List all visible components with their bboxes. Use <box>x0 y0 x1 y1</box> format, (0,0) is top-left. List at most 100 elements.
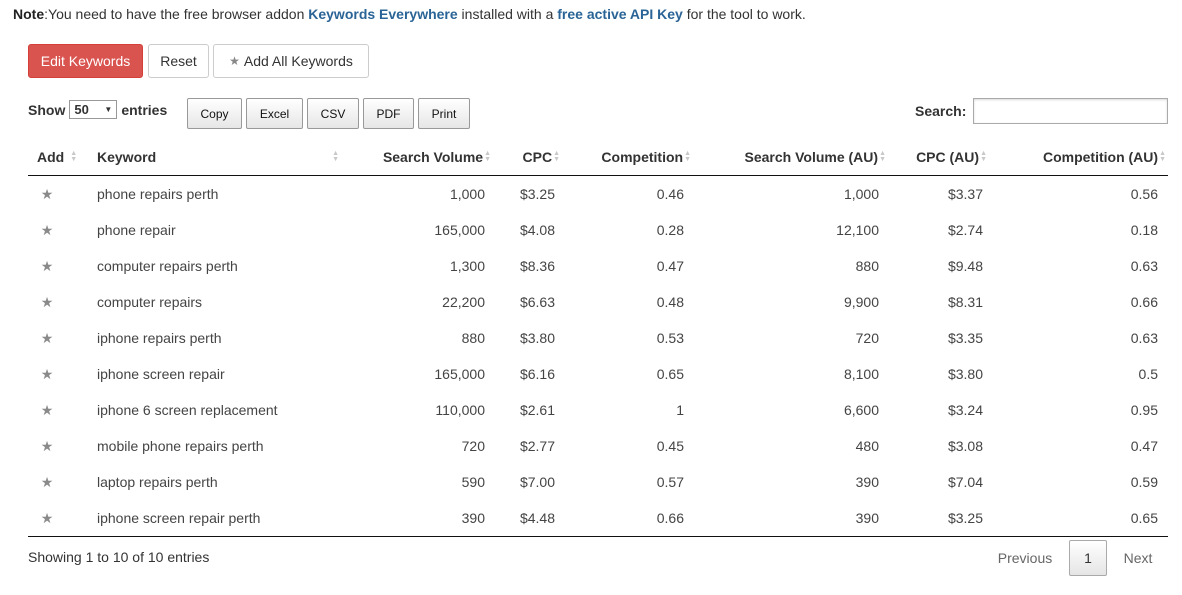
length-control: Show 50 ▼ entries <box>28 100 167 119</box>
column-header-label: CPC <box>522 148 553 165</box>
column-header-competition-au[interactable]: Competition (AU) ▲ ▼ <box>1008 138 1166 175</box>
search-volume-cell: 165,000 <box>434 366 485 382</box>
search-volume-cell: 720 <box>461 438 485 454</box>
note-label: Note <box>13 6 45 22</box>
sort-icon: ▲ ▼ <box>70 149 78 163</box>
competition-cell: 0.47 <box>656 258 684 274</box>
print-button[interactable]: Print <box>418 98 470 129</box>
cpc-au-cell: $3.24 <box>947 402 983 418</box>
copy-button[interactable]: Copy <box>187 98 242 129</box>
competition-cell: 0.66 <box>656 510 684 526</box>
pdf-button[interactable]: PDF <box>363 98 414 129</box>
star-icon[interactable]: ★ <box>28 356 66 392</box>
column-header-competition[interactable]: Competition ▲ ▼ <box>568 138 691 175</box>
star-icon: ★ <box>229 54 240 68</box>
star-icon[interactable]: ★ <box>28 212 66 248</box>
search-volume-cell: 110,000 <box>435 402 485 418</box>
keyword-cell: phone repairs perth <box>97 186 219 202</box>
star-icon[interactable]: ★ <box>28 176 66 212</box>
table-info: Showing 1 to 10 of 10 entries <box>28 549 210 565</box>
search-label: Search: <box>915 103 967 119</box>
competition-cell: 1 <box>676 402 684 418</box>
star-icon[interactable]: ★ <box>28 284 66 320</box>
keyword-cell: iphone 6 screen replacement <box>97 402 278 418</box>
chevron-down-icon: ▼ <box>104 105 113 114</box>
keyword-cell: iphone screen repair perth <box>97 510 261 526</box>
cpc-au-cell: $3.37 <box>947 186 983 202</box>
cpc-au-cell: $3.25 <box>947 510 983 526</box>
table-row: ★ laptop repairs perth 590 $7.00 0.57 390 $7.0… <box>28 464 1168 500</box>
cpc-au-cell: $3.35 <box>947 330 983 346</box>
search-volume-cell: 590 <box>461 474 485 490</box>
search-volume-au-cell: 390 <box>855 510 879 526</box>
sort-icon: ▲ ▼ <box>980 149 987 163</box>
table-row: ★ computer repairs 22,200 $6.63 0.48 9,900 $8.… <box>28 284 1168 320</box>
search-volume-au-cell: 880 <box>855 258 879 274</box>
show-label: Show <box>28 101 66 118</box>
table-row: ★ phone repairs perth 1,000 $3.25 0.46 1,000 $… <box>28 176 1168 212</box>
competition-au-cell: 0.59 <box>1130 474 1158 490</box>
add-all-keywords-button[interactable]: ★ Add All Keywords <box>213 44 369 78</box>
next-page-button[interactable]: Next <box>1114 540 1162 576</box>
sort-icon: ▲ ▼ <box>332 149 339 163</box>
api-key-note: Note:You need to have the free browser a… <box>13 6 806 22</box>
table-header: Add ▲ ▼ Keyword ▲ ▼ Search Volume ▲ ▼ CPC ▲… <box>28 138 1168 176</box>
column-header-label: Search Volume <box>382 148 484 165</box>
cpc-cell: $4.48 <box>519 510 555 526</box>
note-text: installed with a <box>457 6 558 22</box>
table-bottom-border <box>28 536 1168 537</box>
star-icon[interactable]: ★ <box>28 392 66 428</box>
reset-button[interactable]: Reset <box>148 44 209 78</box>
search-volume-cell: 390 <box>461 510 485 526</box>
star-icon[interactable]: ★ <box>28 500 66 536</box>
excel-button[interactable]: Excel <box>246 98 303 129</box>
column-header-search-volume[interactable]: Search Volume ▲ ▼ <box>368 138 491 175</box>
star-icon[interactable]: ★ <box>28 320 66 356</box>
column-header-search-volume-au[interactable]: Search Volume (AU) ▲ ▼ <box>708 138 886 175</box>
keywords-everywhere-link[interactable]: Keywords Everywhere <box>308 6 457 22</box>
table-row: ★ phone repair 165,000 $4.08 0.28 12,100 $2.74… <box>28 212 1168 248</box>
note-text: :You need to have the free browser addon <box>44 6 309 22</box>
entries-select-value: 50 <box>74 102 89 117</box>
column-header-cpc[interactable]: CPC ▲ ▼ <box>498 138 561 175</box>
add-all-keywords-label: Add All Keywords <box>243 53 353 69</box>
entries-select[interactable]: 50 ▼ <box>69 100 118 119</box>
entries-label: entries <box>121 101 168 118</box>
page-1-button[interactable]: 1 <box>1069 540 1107 576</box>
cpc-cell: $2.61 <box>519 402 555 418</box>
search-volume-au-cell: 1,000 <box>843 186 879 202</box>
cpc-cell: $6.63 <box>519 294 555 310</box>
csv-button[interactable]: CSV <box>307 98 359 129</box>
cpc-cell: $7.00 <box>519 474 555 490</box>
competition-cell: 0.65 <box>656 366 684 382</box>
sort-icon: ▲ ▼ <box>684 149 691 163</box>
competition-au-cell: 0.66 <box>1130 294 1158 310</box>
search-volume-cell: 880 <box>461 330 485 346</box>
star-icon[interactable]: ★ <box>28 464 66 500</box>
search-volume-au-cell: 12,100 <box>836 222 879 238</box>
cpc-cell: $4.08 <box>519 222 555 238</box>
cpc-cell: $3.25 <box>519 186 555 202</box>
column-header-label: Add <box>37 148 65 165</box>
search-volume-au-cell: 390 <box>855 474 879 490</box>
edit-keywords-button[interactable]: Edit Keywords <box>28 44 143 78</box>
column-header-cpc-au[interactable]: CPC (AU) ▲ ▼ <box>898 138 987 175</box>
competition-au-cell: 0.47 <box>1130 438 1158 454</box>
api-key-link[interactable]: free active API Key <box>557 6 683 22</box>
column-header-label: Search Volume (AU) <box>744 148 879 165</box>
search-volume-cell: 1,300 <box>449 258 485 274</box>
cpc-au-cell: $9.48 <box>947 258 983 274</box>
star-icon[interactable]: ★ <box>28 428 66 464</box>
competition-au-cell: 0.63 <box>1130 258 1158 274</box>
search-volume-cell: 1,000 <box>449 186 485 202</box>
search-volume-au-cell: 720 <box>855 330 879 346</box>
competition-cell: 0.48 <box>656 294 684 310</box>
search-input[interactable] <box>973 98 1168 124</box>
previous-page-button[interactable]: Previous <box>988 540 1062 576</box>
star-icon[interactable]: ★ <box>28 248 66 284</box>
competition-cell: 0.46 <box>656 186 684 202</box>
search-volume-au-cell: 8,100 <box>843 366 879 382</box>
column-header-keyword[interactable]: Keyword ▲ ▼ <box>97 138 339 175</box>
cpc-cell: $2.77 <box>519 438 555 454</box>
column-header-add[interactable]: Add ▲ ▼ <box>37 138 92 175</box>
